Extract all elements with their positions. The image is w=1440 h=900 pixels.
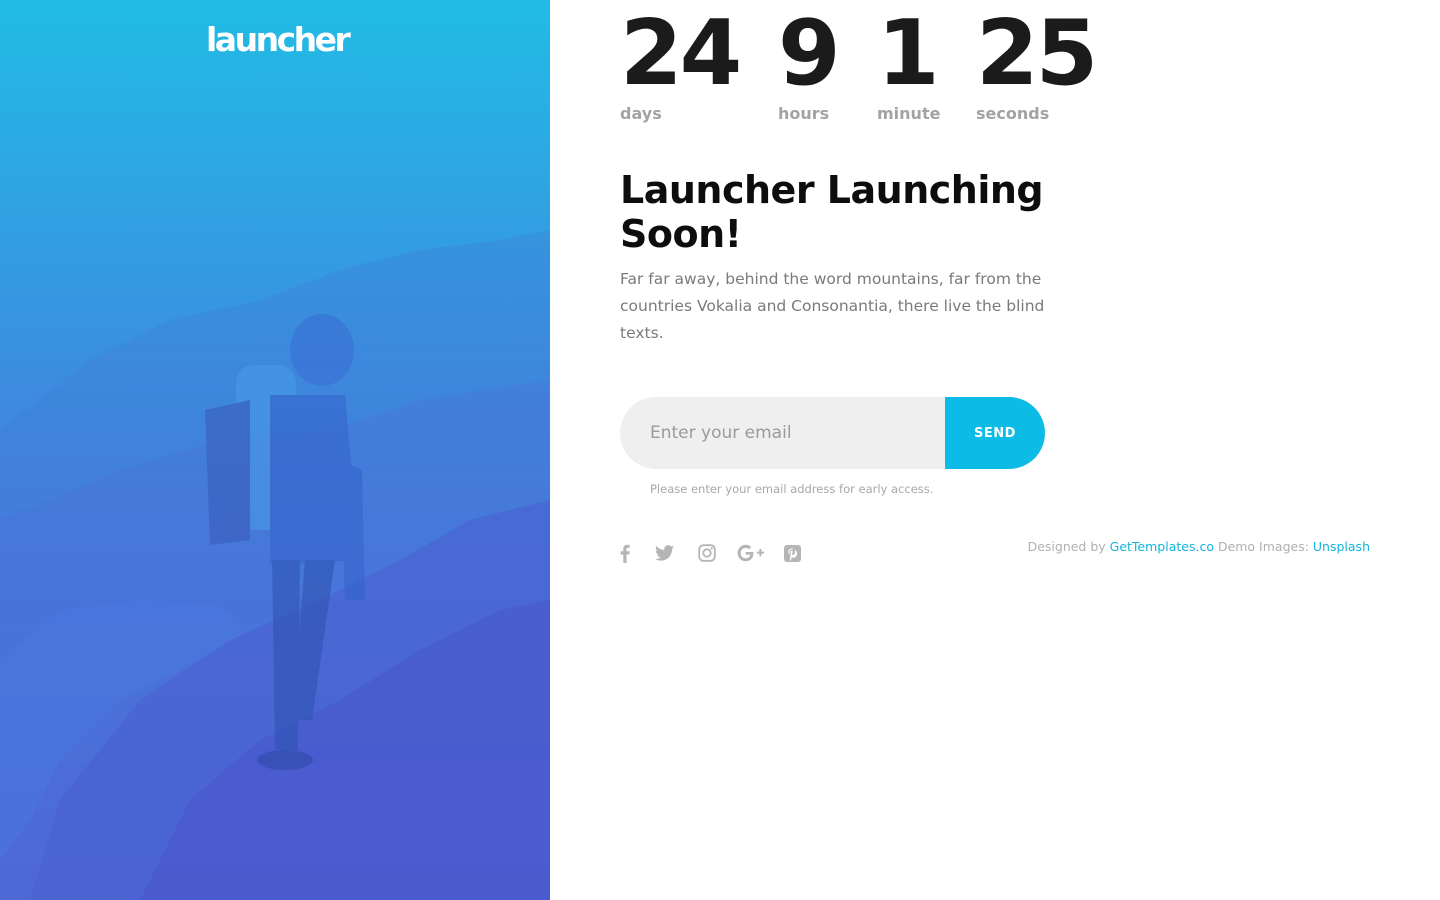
countdown-seconds-value: 25: [976, 1, 1098, 106]
countdown-hours: 9 hours: [778, 1, 841, 124]
social-links: [616, 540, 801, 566]
send-button[interactable]: SEND: [945, 397, 1045, 469]
email-input[interactable]: [620, 397, 950, 469]
page-title: Launcher Launching Soon!: [620, 168, 1044, 256]
countdown-days-label: days: [620, 104, 662, 123]
credits-designed-by-text: Designed by: [1027, 539, 1110, 554]
email-hint: Please enter your email address for earl…: [650, 482, 934, 496]
page-description: Far far away, behind the word mountains,…: [620, 270, 1045, 342]
subscribe-form: SEND: [620, 397, 1045, 469]
countdown-days: 24 days: [620, 1, 742, 124]
countdown-minutes-label: minute: [877, 104, 941, 123]
credits-demo-images-text: Demo Images:: [1213, 539, 1313, 554]
countdown-minutes: 1 minute: [877, 1, 941, 124]
countdown-seconds-label: seconds: [976, 104, 1050, 123]
instagram-icon[interactable]: [697, 540, 717, 566]
twitter-icon[interactable]: [654, 540, 674, 566]
google-plus-icon[interactable]: [737, 540, 765, 566]
countdown-minutes-value: 1: [877, 1, 940, 106]
images-source-link[interactable]: Unsplash: [1313, 539, 1370, 554]
footer-credits: Designed by GetTemplates.co Demo Images:…: [1028, 539, 1370, 554]
countdown-hours-label: hours: [778, 104, 830, 123]
countdown-days-value: 24: [620, 1, 742, 106]
pinterest-icon[interactable]: [783, 540, 801, 566]
hiker-background-image: [0, 230, 550, 900]
hero-image-panel: launcher: [0, 0, 550, 900]
facebook-icon[interactable]: [616, 540, 634, 566]
countdown-hours-value: 9: [778, 1, 841, 106]
designer-link[interactable]: GetTemplates.co: [1110, 539, 1214, 554]
countdown-seconds: 25 seconds: [976, 1, 1098, 124]
brand-logo[interactable]: launcher: [206, 18, 351, 62]
